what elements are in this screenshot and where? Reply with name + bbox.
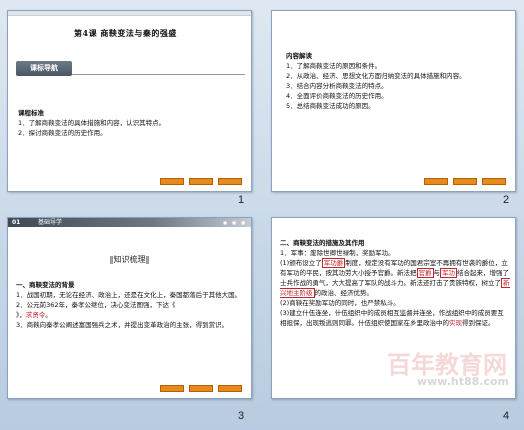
slide-top-bar: [8, 11, 251, 16]
nav-button[interactable]: [160, 385, 184, 392]
highlight-answer: 求贤令: [25, 311, 46, 319]
content-block: 课程标准 1．了解商鞅变法的具体措施和内容，认识其特点。 2．探讨商鞅变法的历史…: [18, 108, 248, 138]
section-heading: 一、商鞅变法的背景: [16, 281, 75, 289]
slide-title: 第4课 商鞅变法与秦的强盛: [74, 28, 177, 39]
list-item: 4．全面评价商鞅变法的历史作用。: [286, 92, 388, 100]
section-number: 01: [12, 219, 21, 226]
list-item: 1．了解商鞅变法的原因和条件。: [286, 62, 382, 70]
section-header-bar: 01 基础导学 ■ ■ ■: [8, 218, 251, 227]
slide-4[interactable]: 二、商鞅变法的措施及其作用 1．军事：废除世卿世禄制，奖励军功。 (1)颁布设立…: [271, 217, 516, 399]
nav-button[interactable]: [189, 385, 213, 392]
highlight-answer: 实现: [449, 319, 462, 327]
watermark-url: www.ht88.com: [416, 375, 509, 388]
content-block: 二、商鞅变法的措施及其作用 1．军事：废除世卿世禄制，奖励军功。 (1)颁布设立…: [280, 238, 510, 328]
highlight-answer: 官爵: [416, 268, 434, 278]
list-item: 1．战国初期，无论在经济、政治上，还是在文化上，秦国都落后于其他大国。: [16, 291, 242, 299]
lesson-number: 第4课: [74, 28, 101, 38]
slide-number: 1: [238, 194, 245, 206]
list-item: (2)商鞅在奖励军功的同时，也严禁私斗。: [280, 299, 400, 307]
list-item: 2．探讨商鞅变法的历史作用。: [18, 129, 107, 137]
nav-button[interactable]: [453, 178, 477, 185]
list-item: 3．结合内容分析商鞅变法的特点。: [286, 82, 388, 90]
slide-number: 4: [503, 410, 510, 422]
list-item: 2．公元前362年，秦孝公继位，决心变法图强，下达《 》，求贤令。: [16, 301, 176, 319]
nav-button[interactable]: [424, 178, 448, 185]
nav-button[interactable]: [218, 385, 242, 392]
list-item: 3．商鞅向秦孝公阐述富国强兵之术，并提出变革政治的主张，得到赏识。: [16, 321, 229, 329]
slide-1[interactable]: 第4课 商鞅变法与秦的强盛 课标导航 课程标准 1．了解商鞅变法的具体措施和内容…: [7, 10, 252, 192]
list-item: 2．从政治、经济、思想文化方面归纳变法的具体措施和内容。: [286, 72, 466, 80]
nav-button[interactable]: [160, 178, 184, 185]
slide-2[interactable]: 内容解读 1．了解商鞅变法的原因和条件。 2．从政治、经济、思想文化方面归纳变法…: [271, 10, 516, 192]
section-label: 基础导学: [38, 219, 63, 226]
content-block: 一、商鞅变法的背景 1．战国初期，无论在经济、政治上，还是在文化上，秦国都落后于…: [16, 280, 244, 330]
nav-button[interactable]: [218, 178, 242, 185]
list-item: (1)颁布设立了 军功爵 制度，规定没有军功的国君宗室不再拥有世袭的爵位，立有军功的…: [280, 258, 510, 298]
toolbar-icons[interactable]: ■ ■ ■: [223, 220, 247, 225]
nav-button[interactable]: [189, 178, 213, 185]
section-heading: 内容解读: [286, 52, 312, 60]
highlight-answer: 军功: [440, 268, 457, 278]
section-tab: 课标导航: [16, 61, 72, 76]
knowledge-heading: ‖知识梳理‖: [109, 255, 150, 264]
slide-number: 3: [238, 410, 245, 422]
section-heading: 课程标准: [18, 109, 44, 117]
list-item: 1．军事：废除世卿世禄制，奖励军功。: [280, 249, 395, 257]
list-item: (3)建立什伍连坐，什伍组织中的成员相互监督并连坐，作战组织中的成员要互相担保，…: [280, 309, 504, 327]
slide-number: 2: [503, 194, 510, 206]
nav-button[interactable]: [482, 178, 506, 185]
list-item: 5．总结商鞅变法成功的原因。: [286, 102, 375, 110]
slide-3[interactable]: 01 基础导学 ■ ■ ■ ‖知识梳理‖ 一、商鞅变法的背景 1．战国初期，无论…: [7, 217, 252, 399]
section-heading: 二、商鞅变法的措施及其作用: [280, 239, 365, 247]
content-block: 内容解读 1．了解商鞅变法的原因和条件。 2．从政治、经济、思想文化方面归纳变法…: [286, 51, 511, 111]
lesson-title: 商鞅变法与秦的强盛: [100, 28, 177, 38]
divider-line: [72, 74, 245, 75]
list-item: 1．了解商鞅变法的具体措施和内容，认识其特点。: [18, 119, 166, 127]
highlight-answer: 军功爵: [321, 258, 346, 268]
